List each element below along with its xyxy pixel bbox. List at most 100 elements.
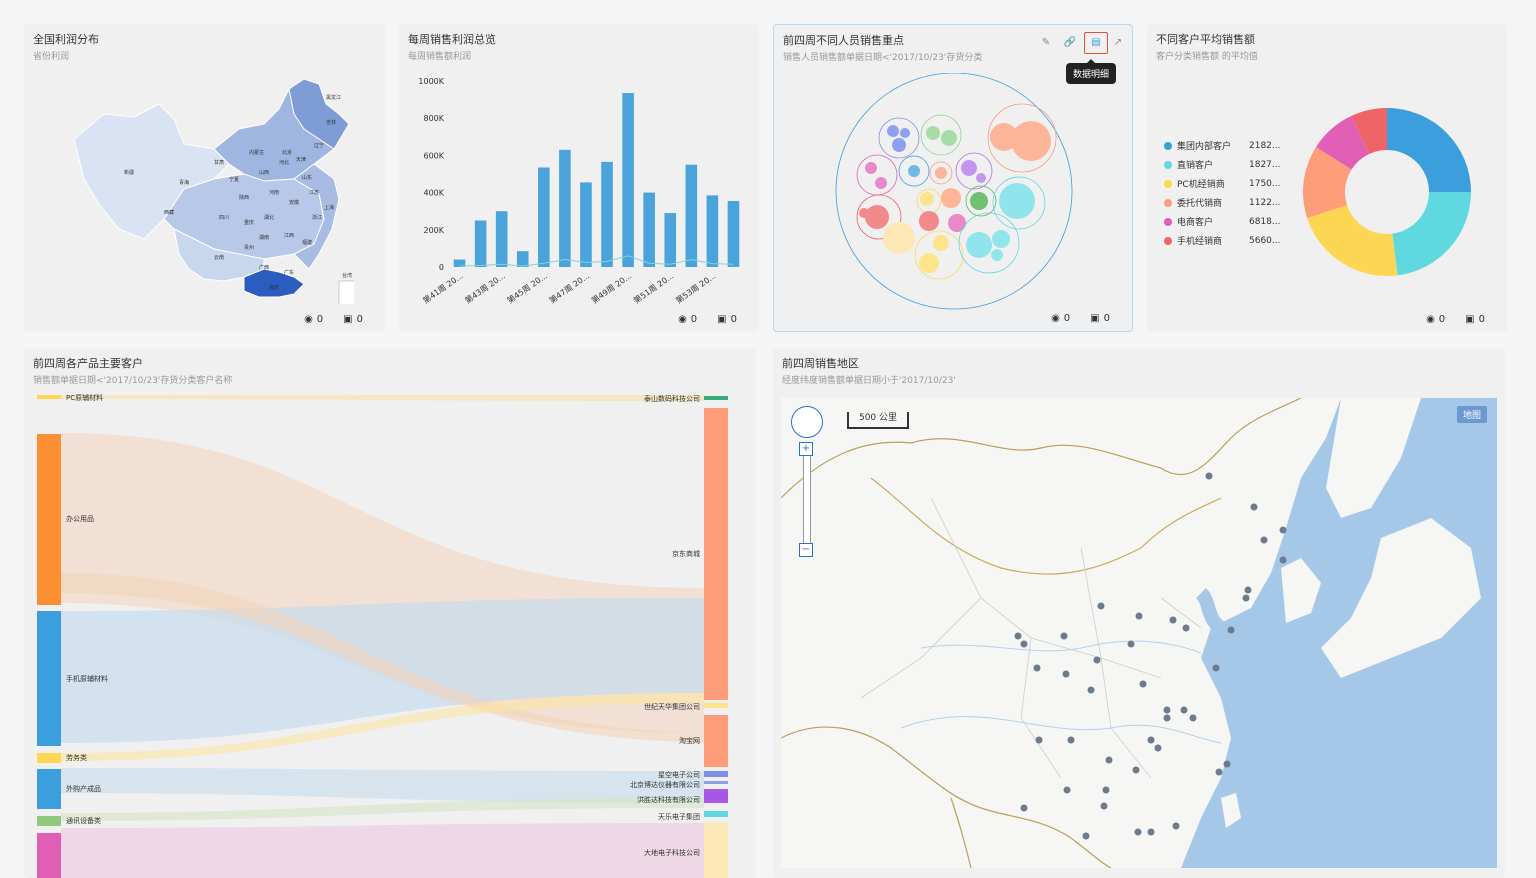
comment-count: 0 [1478, 314, 1485, 325]
donut-slice[interactable] [1307, 204, 1398, 276]
svg-text:天津: 天津 [296, 156, 306, 163]
card-title: 前四周销售地区 [782, 357, 859, 370]
svg-text:北京: 北京 [282, 149, 292, 156]
staff-sales-card[interactable]: 前四周不同人员销售重点 销售人员销售额单据日期<'2017/10/23'存货分类… [773, 24, 1133, 332]
y-tick-label: 200K [423, 226, 444, 235]
legend-item[interactable]: 集团内部客户 2182... [1164, 139, 1281, 152]
y-tick-label: 0 [439, 263, 444, 272]
bar[interactable] [664, 213, 677, 267]
legend-label: 电商客户 [1177, 218, 1214, 228]
svg-text:辽宁: 辽宁 [314, 142, 324, 149]
bar[interactable] [601, 161, 613, 267]
card-subtitle: 销售额单据日期<'2017/10/23'存货分类客户名称 [33, 376, 233, 386]
sankey-left-label: 外购产成品 [66, 784, 101, 793]
data-detail-icon[interactable]: ▤ [1084, 32, 1108, 54]
svg-text:广西: 广西 [259, 264, 269, 271]
legend-swatch [1164, 198, 1172, 207]
weekly-sales-card[interactable]: 每周销售利润总览 每周销售额利润 1000K 800K 600K 400K 200K 0 第… [399, 24, 759, 332]
svg-text:江苏: 江苏 [309, 189, 319, 196]
x-tick-label: 第51周 20... [632, 270, 676, 305]
svg-text:浙江: 浙江 [312, 214, 322, 221]
comment-icon[interactable]: ▣ [1465, 314, 1474, 325]
sankey-right-label: 世纪天华集团公司 [644, 702, 700, 711]
share-icon[interactable]: ↗ [1110, 35, 1126, 51]
map-zoom-slider[interactable] [803, 444, 811, 554]
china-province-map[interactable]: 新疆西藏 青海 甘肃宁夏 内蒙古 陕西四川重庆 云南 贵州广西 广东海南 湖南 湖北江西… [64, 69, 354, 304]
map-scale-bar: 500 公里 [847, 412, 909, 429]
sankey-node-purchased [37, 769, 61, 809]
legend-item[interactable]: PC机经销商 1750... [1164, 177, 1281, 190]
donut-slice[interactable] [1392, 192, 1471, 276]
zoom-out-button[interactable]: − [799, 543, 813, 557]
weekly-sales-bar-chart[interactable]: 1000K 800K 600K 400K 200K 0第41周 20...第43周 20.… [399, 69, 759, 314]
map-type-button[interactable]: 地图 [1457, 406, 1488, 423]
sankey-node-service [37, 753, 61, 763]
region-map-card[interactable]: 前四周销售地区 经度纬度销售额单据日期小于'2017/10/23' + − 50… [773, 348, 1505, 878]
bar[interactable] [727, 200, 740, 267]
edit-icon[interactable]: ✎ [1038, 35, 1054, 51]
x-tick-label: 第53周 20... [674, 270, 718, 305]
comment-icon[interactable]: ▣ [1090, 313, 1099, 324]
legend-value: 5660... [1249, 235, 1281, 246]
map-inset-box [338, 280, 354, 304]
bar[interactable] [474, 220, 487, 268]
link-icon[interactable]: 🔗 [1062, 35, 1078, 51]
sales-region-map[interactable] [781, 398, 1497, 868]
card-subtitle: 每周销售额利润 [408, 52, 472, 62]
sankey-node-telecom [37, 816, 61, 826]
sankey-node-other [37, 833, 61, 878]
bar[interactable] [559, 149, 571, 267]
comment-icon[interactable]: ▣ [717, 314, 726, 325]
sankey-node-phone [37, 611, 61, 746]
bar[interactable] [685, 164, 698, 267]
legend-swatch [1164, 217, 1172, 226]
sankey-card[interactable]: 前四周各产品主要客户 销售额单据日期<'2017/10/23'存货分类客户名称 … [24, 348, 756, 878]
bar[interactable] [580, 182, 592, 267]
legend-item[interactable]: 直销客户 1827... [1164, 158, 1281, 171]
legend-value: 1122... [1249, 197, 1281, 208]
bar[interactable] [495, 211, 508, 267]
x-tick-label: 第49周 20... [589, 270, 633, 305]
donut-slice[interactable] [1387, 108, 1471, 192]
packed-bubble-chart[interactable] [829, 73, 1079, 318]
bar[interactable] [622, 93, 634, 267]
comment-icon[interactable]: ▣ [343, 314, 352, 325]
card-subtitle: 客户分类销售额 的平均值 [1156, 52, 1258, 62]
comment-count: 0 [730, 314, 737, 325]
zoom-in-button[interactable]: + [799, 442, 813, 456]
svg-text:上海: 上海 [324, 204, 334, 211]
svg-text:吉林: 吉林 [326, 119, 336, 126]
bar[interactable] [643, 192, 655, 267]
legend-item[interactable]: 手机经销商 5660... [1164, 234, 1281, 247]
card-title: 前四周各产品主要客户 [33, 357, 143, 370]
sankey-right-label: 北京博达仪器有限公司 [630, 780, 700, 789]
svg-text:陕西: 陕西 [239, 194, 249, 201]
legend-value: 6818... [1249, 216, 1281, 227]
legend-value: 1827... [1249, 159, 1281, 170]
sankey-left-label: 手机原辅材料 [66, 674, 108, 683]
legend-item[interactable]: 委托代销商 1122... [1164, 196, 1281, 209]
card-title: 每周销售利润总览 [408, 33, 496, 46]
svg-text:安徽: 安徽 [289, 199, 299, 206]
svg-text:云南: 云南 [214, 254, 224, 261]
x-tick-label: 第45周 20... [505, 270, 549, 305]
sankey-right-label: 京东商城 [672, 549, 700, 558]
svg-text:福建: 福建 [302, 239, 312, 246]
bar[interactable] [516, 251, 529, 267]
sankey-right-label: 淘宝网 [679, 736, 700, 745]
view-count: 0 [1438, 314, 1446, 325]
legend-item[interactable]: 电商客户 6818... [1164, 215, 1281, 228]
profit-map-card[interactable]: 全国利润分布 省份利润 新疆 西藏 青海 甘肃 宁夏 内蒙古 陕西 四川 重庆 云南 贵州 广西… [24, 24, 385, 332]
customer-donut-chart[interactable] [1297, 102, 1477, 282]
bar[interactable] [538, 167, 550, 267]
sankey-chart[interactable]: PC原辅材料 办公用品 手机原辅材料 劳务类 外购产成品 通讯设备类 泰山数码科… [24, 393, 756, 878]
customer-average-card[interactable]: 不同客户平均销售额 客户分类销售额 的平均值 集团内部客户 2182... 直销客户… [1147, 24, 1507, 332]
bar[interactable] [706, 195, 719, 267]
svg-text:江西: 江西 [284, 232, 294, 239]
legend-label: 集团内部客户 [1177, 142, 1232, 152]
card-title: 前四周不同人员销售重点 [783, 34, 904, 47]
x-tick-label: 第47周 20... [547, 270, 591, 305]
card-subtitle: 省份利润 [33, 52, 70, 62]
map-pan-control[interactable] [791, 406, 823, 438]
y-tick-label: 600K [423, 151, 444, 160]
